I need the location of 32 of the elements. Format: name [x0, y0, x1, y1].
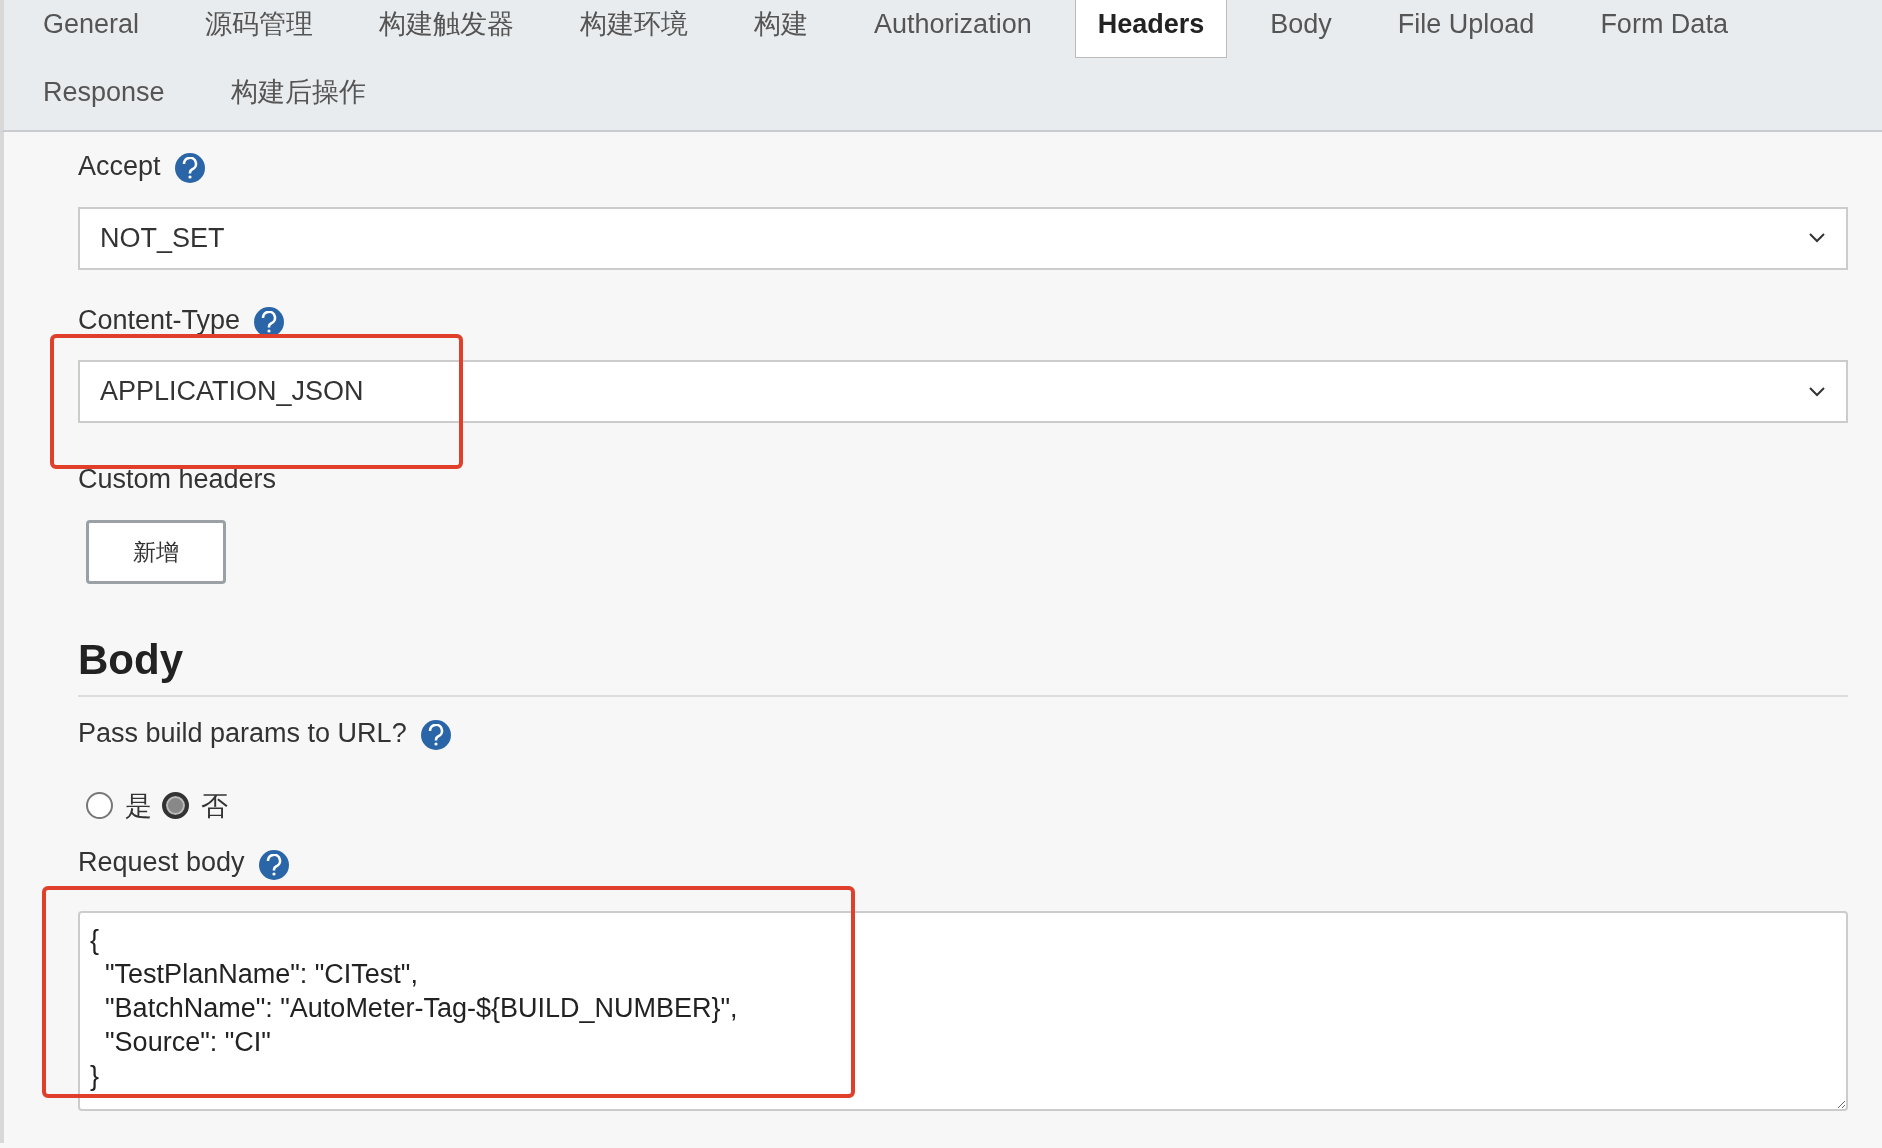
add-button[interactable]: 新增 — [86, 519, 226, 584]
request-body-field[interactable]: { "TestPlanName": "CITest", "BatchName": "AutoMeter-Tag-${BUILD_NUMBER}", "Source": "CI" } — [78, 910, 1848, 1111]
tab[interactable]: 构建后操作 — [207, 58, 389, 130]
radio-label: 否 — [201, 790, 228, 821]
help-icon[interactable] — [174, 153, 205, 184]
field-label: Content-Type — [78, 303, 241, 337]
field-label: Pass build params to URL? — [78, 717, 407, 750]
help-icon[interactable] — [258, 849, 289, 880]
select-field[interactable]: NOT_SET — [78, 206, 1848, 270]
help-icon[interactable] — [254, 306, 285, 337]
tab[interactable]: Body — [1247, 0, 1355, 58]
section-heading: Body — [78, 628, 1848, 697]
tab[interactable]: File Upload — [1374, 0, 1558, 58]
tab[interactable]: 构建触发器 — [356, 0, 538, 58]
tab[interactable]: 构建 — [731, 0, 832, 58]
help-icon[interactable] — [420, 720, 451, 751]
radio-button[interactable] — [162, 792, 189, 820]
select-field[interactable]: APPLICATION_JSON — [78, 360, 1848, 423]
tab[interactable]: Response — [20, 58, 188, 130]
tab[interactable]: 构建环境 — [557, 0, 712, 58]
tab[interactable]: Authorization — [851, 0, 1055, 58]
tab[interactable]: Headers — [1074, 0, 1228, 58]
field-label: Accept — [78, 150, 161, 183]
tab[interactable]: 源码管理 — [182, 0, 337, 58]
radio-label: 是 — [125, 790, 152, 821]
tab[interactable]: General — [20, 0, 163, 58]
field-label: Custom headers — [78, 463, 277, 496]
chevron-icon — [1808, 385, 1826, 398]
field-label: Request body — [78, 846, 245, 880]
chevron-icon — [1808, 232, 1826, 244]
tab[interactable]: Form Data — [1577, 0, 1751, 58]
radio-button[interactable] — [86, 792, 113, 820]
